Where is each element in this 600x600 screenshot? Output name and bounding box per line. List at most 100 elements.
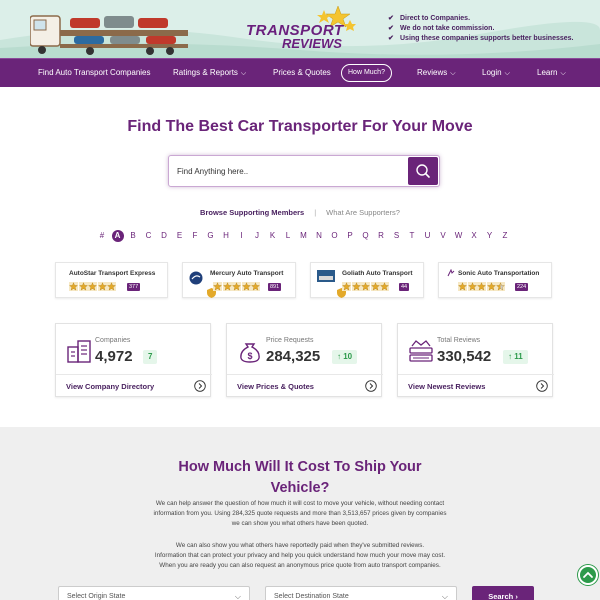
member-stars <box>69 282 117 291</box>
letter-filter-g[interactable]: G <box>205 230 217 242</box>
stat-card-total-reviews: Total Reviews 330,542 ↑ 11 View Newest R… <box>397 323 554 398</box>
star-icon <box>88 282 97 291</box>
chevron-down-icon: ⌵ <box>560 70 566 77</box>
stat-label: Companies <box>95 337 131 344</box>
star-icon <box>78 282 88 291</box>
cost-section: How Much Will It Cost To Ship Your Vehic… <box>0 427 600 600</box>
star-icon <box>222 282 232 291</box>
letter-filter-c[interactable]: C <box>143 230 155 242</box>
arrow-circle-right-icon[interactable] <box>365 380 377 392</box>
letter-filter-w[interactable]: W <box>453 230 465 242</box>
view-newest-reviews-link[interactable]: View Newest Reviews <box>408 382 485 391</box>
stat-card-price-requests: $ Price Requests 284,325 ↑ 10 View Price… <box>226 323 383 398</box>
search-button[interactable] <box>408 157 438 185</box>
letter-filter-u[interactable]: U <box>422 230 434 242</box>
letter-filter-hash[interactable]: # <box>96 230 108 242</box>
member-name: Mercury Auto Transport <box>210 270 284 277</box>
star-icon <box>107 282 116 291</box>
chevron-down-icon: ⌵ <box>441 592 448 600</box>
star-icon <box>69 282 78 291</box>
letter-filter-a[interactable]: A <box>111 230 124 242</box>
letter-filter-h[interactable]: H <box>220 230 232 242</box>
arrow-circle-right-icon[interactable] <box>536 380 548 392</box>
letter-filter-i[interactable]: I <box>236 230 248 242</box>
member-card[interactable]: Goliath Auto Transport 44 <box>310 262 424 298</box>
check-icon: ✔ <box>388 25 394 32</box>
nav-learn[interactable]: Learn ⌵ <box>537 59 566 87</box>
letter-filter-f[interactable]: F <box>189 230 201 242</box>
star-icon <box>496 282 505 291</box>
letter-filter-v[interactable]: V <box>437 230 449 242</box>
view-prices-quotes-link[interactable]: View Prices & Quotes <box>237 382 314 391</box>
header-banner: TRANSPORT REVIEWS ✔ Direct to Companies. … <box>0 0 600 58</box>
stat-footer[interactable]: View Company Directory <box>56 374 212 398</box>
star-icon <box>241 282 251 291</box>
member-review-count: 224 <box>515 283 529 291</box>
nav-reviews[interactable]: Reviews ⌵ <box>417 59 456 87</box>
star-icon <box>361 282 370 291</box>
star-icon <box>370 282 380 291</box>
nav-ratings-reports[interactable]: Ratings & Reports ⌵ <box>173 59 246 87</box>
letter-filter-t[interactable]: T <box>406 230 418 242</box>
car-carrier-truck-icon <box>30 15 188 55</box>
chevron-down-icon: ⌵ <box>450 70 456 77</box>
tab-browse-members[interactable]: Browse Supporting Members <box>200 208 304 217</box>
letter-filter-y[interactable]: Y <box>484 230 496 242</box>
letter-filter-m[interactable]: M <box>298 230 310 242</box>
nav-how-much-button[interactable]: How Much? <box>341 64 392 82</box>
letter-filter-z[interactable]: Z <box>499 230 511 242</box>
letter-filter-l[interactable]: L <box>282 230 294 242</box>
destination-state-select[interactable]: Select Destination State ⌵ <box>265 586 457 600</box>
letter-filter-j[interactable]: J <box>251 230 263 242</box>
stat-footer[interactable]: View Prices & Quotes <box>227 374 383 398</box>
member-name: Sonic Auto Transportation <box>458 270 540 277</box>
cost-search-button[interactable]: Search › <box>472 586 534 600</box>
stat-delta-badge: ↑ 11 <box>503 350 528 364</box>
letter-filter-r[interactable]: R <box>375 230 387 242</box>
stat-value: 330,542 <box>437 348 492 365</box>
letter-filter-q[interactable]: Q <box>360 230 372 242</box>
member-card[interactable]: Mercury Auto Transport 891 <box>182 262 296 298</box>
letter-filter-x[interactable]: X <box>468 230 480 242</box>
scroll-to-top-button[interactable] <box>578 565 598 585</box>
star-icon <box>213 282 222 291</box>
chevron-down-icon: ⌵ <box>234 592 241 600</box>
member-card[interactable]: Sonic Auto Transportation 224 <box>438 262 552 298</box>
letter-filter-p[interactable]: P <box>344 230 356 242</box>
origin-state-select[interactable]: Select Origin State ⌵ <box>58 586 250 600</box>
arrow-circle-right-icon[interactable] <box>194 380 206 392</box>
member-card[interactable]: AutoStar Transport Express 377 <box>55 262 168 298</box>
letter-filter-k[interactable]: K <box>267 230 279 242</box>
goliath-logo-icon <box>317 270 335 282</box>
star-icon <box>380 282 389 291</box>
member-name: AutoStar Transport Express <box>69 270 156 277</box>
search-box <box>168 155 440 187</box>
main-nav: Find Auto Transport Companies Ratings & … <box>0 58 600 87</box>
star-icon <box>477 282 486 291</box>
letter-filter-o[interactable]: O <box>329 230 341 242</box>
nav-find-companies[interactable]: Find Auto Transport Companies <box>38 59 151 87</box>
letter-filter-b[interactable]: B <box>127 230 139 242</box>
letter-filter-d[interactable]: D <box>158 230 170 242</box>
tagline-item: ✔ We do not take commission. <box>388 25 495 32</box>
nav-login[interactable]: Login ⌵ <box>482 59 510 87</box>
logo-text-reviews: REVIEWS <box>282 36 342 51</box>
stat-footer[interactable]: View Newest Reviews <box>398 374 554 398</box>
nav-prices-quotes[interactable]: Prices & Quotes <box>273 59 331 87</box>
letter-filter-n[interactable]: N <box>313 230 325 242</box>
chevron-down-icon: ⌵ <box>240 70 247 77</box>
member-review-count: 377 <box>127 283 141 291</box>
stat-delta-badge: ↑ 10 <box>332 350 358 364</box>
chevron-down-icon: ⌵ <box>504 70 510 77</box>
letter-filter-e[interactable]: E <box>174 230 186 242</box>
member-stars <box>458 282 506 291</box>
page-title: Find The Best Car Transporter For Your M… <box>127 118 473 135</box>
tagline-list: ✔ Direct to Companies. ✔ We do not take co… <box>388 14 574 44</box>
search-input[interactable] <box>171 158 407 184</box>
letter-filter-s[interactable]: S <box>391 230 403 242</box>
tab-what-are-supporters[interactable]: What Are Supporters? <box>326 208 400 217</box>
tagline-item: ✔ Direct to Companies. <box>388 15 471 22</box>
site-logo[interactable]: TRANSPORT REVIEWS <box>246 4 362 52</box>
view-company-directory-link[interactable]: View Company Directory <box>66 382 154 391</box>
member-review-count: 44 <box>399 283 410 291</box>
